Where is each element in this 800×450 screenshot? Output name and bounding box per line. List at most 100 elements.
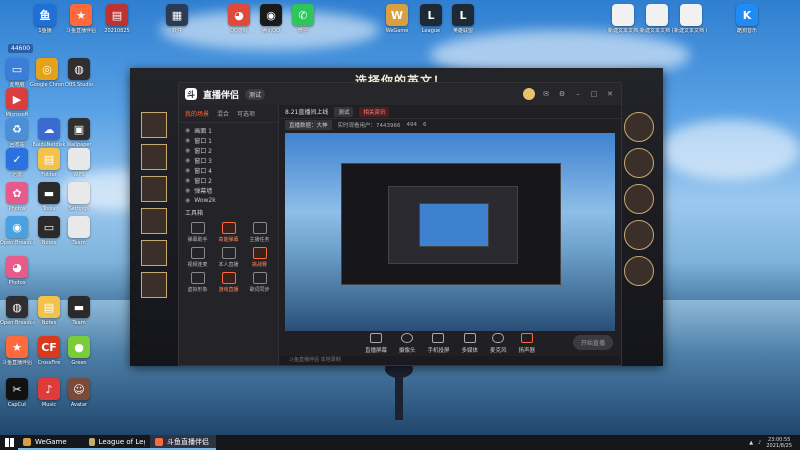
eye-icon[interactable]: ◉ — [185, 127, 190, 134]
desktop-icon[interactable]: ◉Open Broadcaster — [0, 216, 34, 246]
settings-icon[interactable]: ⚙ — [557, 89, 567, 99]
desktop-icon[interactable]: ♪ Music — [32, 378, 66, 408]
microphone-button[interactable]: 麦克风 — [490, 332, 507, 354]
close-icon[interactable]: ✕ — [605, 89, 615, 99]
champion-portrait[interactable] — [624, 148, 654, 178]
list-item[interactable]: ◉ 窗口 4 — [179, 165, 278, 175]
desktop-icon[interactable]: L League — [414, 4, 448, 34]
camera-button[interactable]: 摄像头 — [399, 332, 415, 354]
list-item[interactable]: ◉ Wow2k — [179, 195, 278, 205]
desktop-icon[interactable]: ▦ 软件 — [160, 4, 194, 34]
desktop-icon[interactable]: Settings — [62, 182, 96, 212]
phone-cast-button[interactable]: 手机投屏 — [427, 332, 450, 354]
list-item[interactable]: ◉ 窗口 1 — [179, 135, 278, 145]
eye-icon[interactable]: ◉ — [185, 157, 190, 164]
desktop-icon[interactable]: 鱼 1鱼播 — [28, 4, 62, 34]
desktop-icon[interactable]: ● Green — [62, 336, 96, 366]
speaker-button[interactable]: 扬声器 — [519, 332, 535, 354]
desktop-icon[interactable]: ▣ Wallpaper — [62, 118, 96, 148]
tool-button[interactable]: 本人直播 — [214, 247, 243, 268]
category-chip[interactable]: 测试 — [334, 106, 354, 117]
champion-portrait[interactable] — [624, 184, 654, 214]
tool-button[interactable]: 挑战赛 — [245, 247, 274, 268]
tool-button[interactable]: 虚拟形象 — [183, 272, 212, 293]
volume-icon[interactable]: ♪ — [758, 440, 761, 446]
league-client-window[interactable]: 选择你的英文！ 斗 直播伴侣 测试 ✉ ⚙ – □ ✕ 我的场景 混合 可选项 … — [130, 68, 663, 366]
network-icon[interactable]: ▲ — [749, 440, 753, 446]
desktop-icon[interactable]: Team — [62, 216, 96, 246]
stream-preview[interactable] — [285, 133, 615, 331]
desktop-icon[interactable]: ▭ 此电脑 — [0, 58, 34, 88]
desktop-icon[interactable]: WPS — [62, 148, 96, 178]
desktop-icon[interactable]: ✂ CapCut — [0, 378, 34, 408]
desktop-icon[interactable]: ✓ 迅雷 — [0, 148, 34, 178]
desktop-icon[interactable]: 新建文本文档 (2) — [640, 4, 674, 34]
desktop-icon[interactable]: ★ 斗鱼直播伴侣 — [0, 336, 34, 366]
desktop-icon[interactable]: ☺ Avatar — [62, 378, 96, 408]
desktop-icon[interactable]: K 酷狗音乐 — [730, 4, 764, 34]
list-item[interactable]: ◉ 窗口 2 — [179, 145, 278, 155]
desktop-icon[interactable]: ▤ Folder — [32, 148, 66, 178]
desktop-icon[interactable]: ▤ Notes — [32, 296, 66, 326]
list-item[interactable]: ◉ 画面 1 — [179, 125, 278, 135]
start-button[interactable] — [0, 435, 18, 450]
live-companion-app[interactable]: 斗 直播伴侣 测试 ✉ ⚙ – □ ✕ 我的场景 混合 可选项 ◉ 画面 1 ◉ 窗… — [178, 82, 622, 366]
desktop-icon[interactable]: ♻ 回收站 — [0, 118, 34, 148]
clock[interactable]: 23:00:55 2021/8/25 — [766, 437, 792, 449]
champion-portrait[interactable] — [624, 256, 654, 286]
desktop-icon[interactable]: L 英雄联盟 — [446, 4, 480, 34]
desktop-icon[interactable]: 新建文本文档 (3) — [674, 4, 708, 34]
tab-my-scenes[interactable]: 我的场景 — [185, 109, 209, 118]
eye-icon[interactable]: ◉ — [185, 187, 190, 194]
media-button[interactable]: 多媒体 — [462, 332, 478, 354]
champion-portrait[interactable] — [624, 220, 654, 250]
eye-icon[interactable]: ◉ — [185, 137, 190, 144]
tool-button[interactable]: 歌词同步 — [245, 272, 274, 293]
tool-button[interactable]: 弹幕助手 — [183, 222, 212, 243]
champion-portrait[interactable] — [141, 208, 167, 234]
desktop-icon[interactable]: ▬ Team — [62, 296, 96, 326]
champion-portrait[interactable] — [141, 176, 167, 202]
desktop-icon[interactable]: ◕ Photos — [0, 256, 34, 286]
taskbar-item-league[interactable]: League of Legends — [84, 435, 150, 450]
stream-title[interactable]: 8.21直播间上线 — [285, 107, 328, 116]
eye-icon[interactable]: ◉ — [185, 147, 190, 154]
news-chip[interactable]: 相关资讯 — [359, 106, 390, 117]
tool-button[interactable]: 视频连麦 — [183, 247, 212, 268]
minimize-icon[interactable]: – — [573, 89, 583, 99]
desktop-icon[interactable]: ✿ Photos — [0, 182, 34, 212]
list-item[interactable]: ◉ 弹幕墙 — [179, 185, 278, 195]
champion-portrait[interactable] — [624, 112, 654, 142]
champion-portrait[interactable] — [141, 272, 167, 298]
maximize-icon[interactable]: □ — [589, 89, 599, 99]
tool-button[interactable]: 主播任务 — [245, 222, 274, 243]
tab-options[interactable]: 可选项 — [237, 109, 255, 118]
tool-button[interactable]: 高能弹幕 — [214, 222, 243, 243]
desktop-icon[interactable]: ☁ BaiduNetdisk — [32, 118, 66, 148]
desktop-icon[interactable]: ◎Google Chrome — [30, 58, 64, 88]
desktop-icon[interactable]: ▤ 20210825 — [100, 4, 134, 34]
desktop-icon[interactable]: ✆ 微信 — [286, 4, 320, 34]
user-avatar[interactable] — [523, 88, 535, 100]
taskbar-item-wegame[interactable]: WeGame — [18, 435, 84, 450]
list-item[interactable]: ◉ 窗口 2 — [179, 175, 278, 185]
desktop-icon[interactable]: ◕ QQ游戏 — [222, 4, 256, 34]
desktop-icon[interactable]: CF CrossFire — [32, 336, 66, 366]
desktop-icon[interactable]: ★ 斗鱼直播伴侣 — [64, 4, 98, 34]
tool-button[interactable]: 游戏直播 — [214, 272, 243, 293]
screen-capture-button[interactable]: 直播屏幕 — [365, 332, 387, 354]
champion-portrait[interactable] — [141, 112, 167, 138]
desktop-icon[interactable]: ◍Open Broadcaster — [0, 296, 34, 326]
champion-portrait[interactable] — [141, 240, 167, 266]
desktop-icon[interactable]: ▶ Microsoft — [0, 88, 34, 118]
eye-icon[interactable]: ◉ — [185, 197, 190, 204]
list-item[interactable]: ◉ 窗口 3 — [179, 155, 278, 165]
eye-icon[interactable]: ◉ — [185, 167, 190, 174]
desktop-icon[interactable]: ◍ OBS Studio — [62, 58, 96, 88]
desktop-icon[interactable]: ▬ Tools — [32, 182, 66, 212]
desktop-icon[interactable]: ◉ 腾讯QQ — [254, 4, 288, 34]
taskbar-item-live-companion[interactable]: 斗鱼直播伴侣 — [150, 435, 216, 450]
mail-icon[interactable]: ✉ — [541, 89, 551, 99]
desktop-icon[interactable]: ▭ Notes — [32, 216, 66, 246]
version-badge[interactable]: 测试 — [245, 88, 266, 100]
